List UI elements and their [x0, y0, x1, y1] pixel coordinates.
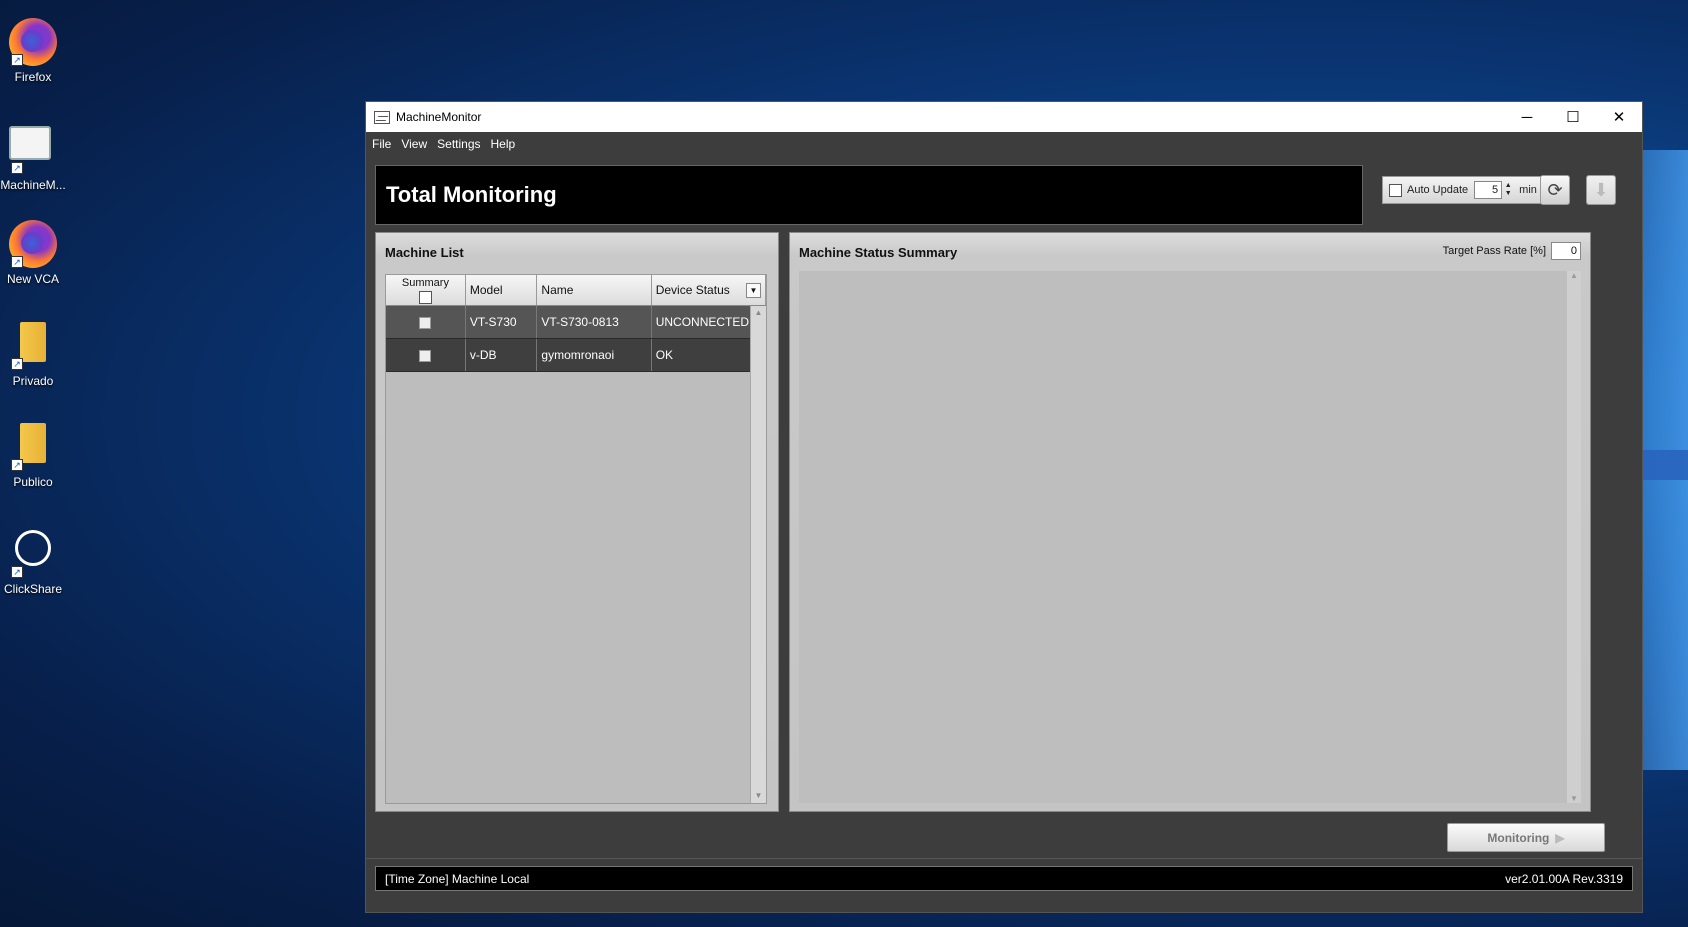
download-arrow-icon: ⬇ — [1593, 179, 1609, 200]
maximize-button[interactable]: ☐ — [1550, 102, 1596, 132]
menu-file[interactable]: File — [372, 137, 391, 151]
filter-dropdown-icon[interactable]: ▼ — [746, 283, 761, 298]
desktop-icon-clickshare[interactable]: ↗ ClickShare — [0, 524, 66, 596]
auto-update-checkbox[interactable] — [1389, 183, 1402, 197]
refresh-icon: ⟳ — [1547, 179, 1563, 200]
desktop-icon-label: Publico — [13, 475, 53, 489]
target-pass-rate-group: Target Pass Rate [%] 0 — [1443, 242, 1581, 260]
monitoring-label: Monitoring — [1487, 830, 1550, 845]
desktop-icon-label: New VCA — [6, 272, 59, 286]
auto-update-group: Auto Update 5 ▲ ▼ min — [1382, 176, 1554, 204]
machinemonitor-icon — [9, 126, 51, 160]
table-row[interactable]: v-DB gymomronaoi OK — [386, 339, 766, 372]
column-name[interactable]: Name — [537, 275, 652, 305]
select-all-checkbox[interactable] — [418, 290, 432, 304]
desktop-icon-new-vca[interactable]: ↗ New VCA — [0, 220, 66, 286]
app-chart-icon — [374, 110, 390, 124]
scroll-down-icon[interactable]: ▼ — [751, 789, 766, 803]
column-device-status-label: Device Status — [655, 283, 730, 297]
desktop-icon-publico[interactable]: ↗ Publico — [0, 423, 66, 489]
auto-update-label: Auto Update — [1407, 184, 1469, 196]
folder-icon — [20, 423, 46, 463]
desktop-icon-label: Firefox — [14, 70, 52, 84]
menu-bar: File View Settings Help — [366, 132, 1642, 156]
play-icon: ▶ — [1555, 830, 1565, 845]
machine-list-grid: Summary Model Name Device Status ▼ VT-S7… — [385, 274, 767, 804]
page-header: Total Monitoring — [375, 165, 1363, 225]
column-summary-label: Summary — [401, 276, 449, 289]
menu-help[interactable]: Help — [491, 137, 516, 151]
spin-up-icon[interactable]: ▲ — [1503, 182, 1513, 190]
menu-view[interactable]: View — [401, 137, 427, 151]
folder-icon — [20, 322, 46, 362]
row-summary-checkbox[interactable] — [419, 317, 432, 329]
column-device-status[interactable]: Device Status ▼ — [652, 275, 766, 305]
title-bar[interactable]: MachineMonitor ─ ☐ ✕ — [366, 102, 1642, 132]
target-pass-rate-label: Target Pass Rate [%] — [1442, 245, 1546, 257]
column-summary[interactable]: Summary — [386, 275, 466, 305]
machine-list-title: Machine List — [385, 245, 464, 260]
spin-down-icon[interactable]: ▼ — [1503, 190, 1513, 198]
cell-model: v-DB — [466, 339, 538, 371]
interval-input[interactable]: 5 — [1474, 181, 1503, 199]
refresh-button[interactable]: ⟳ — [1540, 175, 1570, 205]
menu-settings[interactable]: Settings — [437, 137, 480, 151]
cell-model: VT-S730 — [466, 306, 538, 338]
firefox-icon: ↗ — [9, 18, 57, 66]
grid-body: VT-S730 VT-S730-0813 UNCONNECTED v-DB gy… — [386, 306, 766, 372]
download-button[interactable]: ⬇ — [1586, 175, 1616, 205]
status-bar: [Time Zone] Machine Local ver2.01.00A Re… — [375, 866, 1633, 891]
cell-device-status: UNCONNECTED — [652, 306, 766, 338]
grid-scrollbar[interactable]: ▲ ▼ — [750, 306, 766, 803]
scroll-down-icon[interactable]: ▼ — [1567, 794, 1581, 803]
cell-name: VT-S730-0813 — [537, 306, 652, 338]
version-text: ver2.01.00A Rev.3319 — [1505, 871, 1623, 886]
interval-spinner[interactable]: ▲ ▼ — [1503, 181, 1513, 199]
time-zone-text: [Time Zone] Machine Local — [385, 871, 530, 886]
desktop-icon-privado[interactable]: ↗ Privado — [0, 322, 66, 388]
desktop-icon-firefox[interactable]: ↗ Firefox — [0, 18, 66, 84]
desktop-icon-label: MachineM... — [0, 178, 66, 192]
desktop-icon-label: ClickShare — [3, 582, 63, 596]
summary-scrollbar[interactable]: ▲ ▼ — [1567, 271, 1581, 803]
interval-unit: min — [1519, 184, 1537, 196]
close-button[interactable]: ✕ — [1596, 102, 1642, 132]
desktop-icon-label: Privado — [12, 374, 54, 388]
window-title: MachineMonitor — [396, 110, 482, 124]
minimize-button[interactable]: ─ — [1504, 102, 1550, 132]
firefox-icon: ↗ — [9, 220, 57, 268]
machinemonitor-window: MachineMonitor ─ ☐ ✕ File View Settings … — [365, 101, 1643, 913]
status-summary-panel: Machine Status Summary Target Pass Rate … — [789, 232, 1591, 812]
status-summary-area — [799, 271, 1570, 803]
divider — [366, 858, 1642, 859]
status-summary-title: Machine Status Summary — [799, 245, 958, 260]
scroll-up-icon[interactable]: ▲ — [1567, 271, 1581, 280]
cell-device-status: OK — [652, 339, 766, 371]
scroll-up-icon[interactable]: ▲ — [751, 306, 766, 320]
clickshare-icon — [15, 530, 51, 566]
page-title: Total Monitoring — [386, 182, 557, 207]
machine-list-panel: Machine List Summary Model Name Device S… — [375, 232, 779, 812]
grid-header: Summary Model Name Device Status ▼ — [386, 275, 766, 306]
column-model[interactable]: Model — [466, 275, 538, 305]
target-pass-rate-input[interactable]: 0 — [1551, 242, 1581, 260]
row-summary-checkbox[interactable] — [419, 350, 432, 362]
cell-name: gymomronaoi — [537, 339, 652, 371]
monitoring-button[interactable]: Monitoring ▶ — [1447, 823, 1605, 852]
table-row[interactable]: VT-S730 VT-S730-0813 UNCONNECTED — [386, 306, 766, 339]
desktop-icon-machinemonitor[interactable]: ↗ MachineM... — [0, 120, 66, 192]
